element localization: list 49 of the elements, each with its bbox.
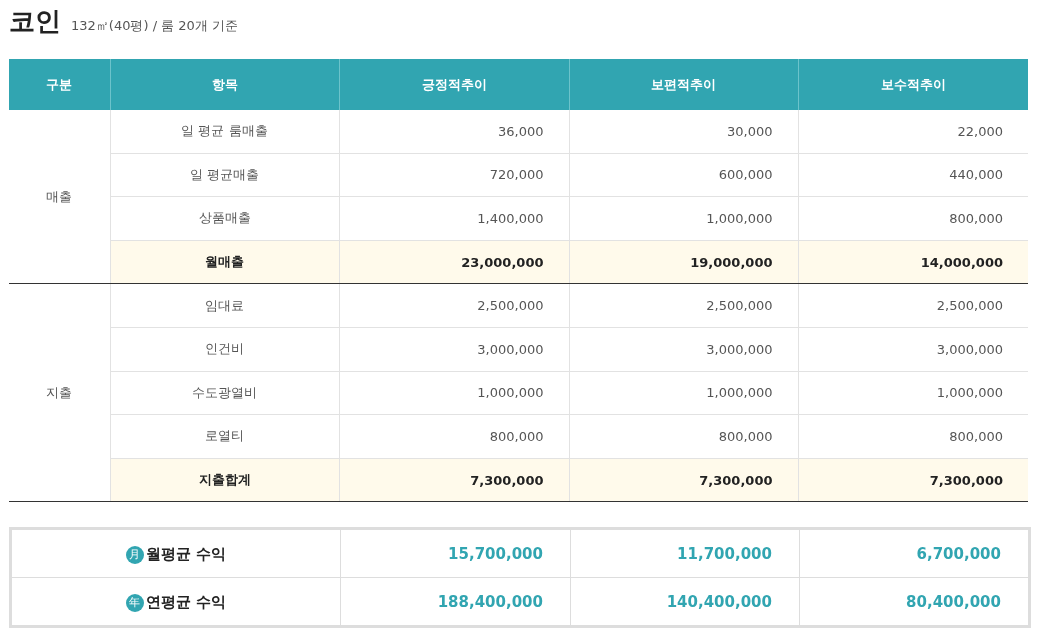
summary-value: 11,700,000 xyxy=(570,528,800,578)
column-header: 보수적추이 xyxy=(798,59,1028,110)
value-cell: 30,000 xyxy=(569,110,798,154)
value-cell: 23,000,000 xyxy=(339,240,569,284)
value-cell: 1,000,000 xyxy=(569,371,798,415)
row-label: 수도광열비 xyxy=(110,371,339,415)
value-cell: 3,000,000 xyxy=(339,327,569,372)
value-cell: 2,500,000 xyxy=(798,283,1028,328)
value-cell: 19,000,000 xyxy=(569,240,798,284)
value-cell: 800,000 xyxy=(569,414,798,459)
column-header: 구분 xyxy=(9,59,110,110)
value-cell: 7,300,000 xyxy=(798,458,1028,502)
value-cell: 3,000,000 xyxy=(569,327,798,372)
row-label: 일 평균매출 xyxy=(110,153,339,197)
column-header: 항목 xyxy=(110,59,339,110)
value-cell: 600,000 xyxy=(569,153,798,197)
value-cell: 22,000 xyxy=(798,110,1028,154)
value-cell: 3,000,000 xyxy=(798,327,1028,372)
value-cell: 800,000 xyxy=(798,196,1028,241)
value-cell: 1,400,000 xyxy=(339,196,569,241)
summary-label: 연평균 수익 xyxy=(145,593,227,613)
value-cell: 800,000 xyxy=(798,414,1028,459)
page-title: 코인 xyxy=(9,5,61,38)
row-label: 월매출 xyxy=(110,240,339,284)
value-cell: 14,000,000 xyxy=(798,240,1028,284)
value-cell: 720,000 xyxy=(339,153,569,197)
column-header: 긍정적추이 xyxy=(339,59,569,110)
value-cell: 1,000,000 xyxy=(569,196,798,241)
row-label: 임대료 xyxy=(110,283,339,328)
value-cell: 800,000 xyxy=(339,414,569,459)
title-detail: 132㎡(40평) / 룸 20개 기준 xyxy=(71,17,238,35)
row-label: 상품매출 xyxy=(110,196,339,241)
value-cell: 7,300,000 xyxy=(569,458,798,502)
row-label: 로열티 xyxy=(110,414,339,459)
row-label: 인건비 xyxy=(110,327,339,372)
summary-value: 15,700,000 xyxy=(340,528,571,578)
value-cell: 2,500,000 xyxy=(569,283,798,328)
period-badge: 年 xyxy=(125,593,144,612)
value-cell: 7,300,000 xyxy=(339,458,569,502)
value-cell: 36,000 xyxy=(339,110,569,154)
value-cell: 1,000,000 xyxy=(339,371,569,415)
column-header: 보편적추이 xyxy=(569,59,798,110)
value-cell: 440,000 xyxy=(798,153,1028,197)
row-label: 지출합계 xyxy=(110,458,339,502)
value-cell: 1,000,000 xyxy=(798,371,1028,415)
period-badge: 月 xyxy=(125,545,144,564)
row-label: 일 평균 룸매출 xyxy=(110,110,339,154)
value-cell: 2,500,000 xyxy=(339,283,569,328)
summary-label: 월평균 수익 xyxy=(145,545,227,565)
